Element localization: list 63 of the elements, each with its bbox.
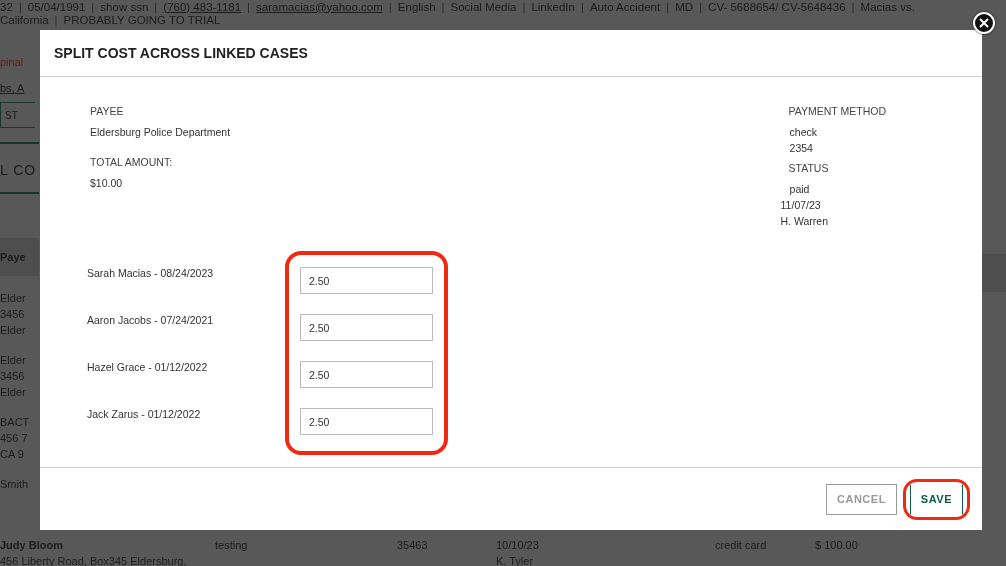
table-cell-text: Smith — [0, 477, 30, 492]
separator: | — [154, 0, 158, 13]
table-cell-text: credit card — [715, 538, 768, 553]
separator: | — [699, 0, 703, 13]
separator: | — [388, 0, 392, 13]
table-cell-text: 10/10/23 — [496, 538, 540, 553]
separator: | — [54, 13, 58, 26]
payment-method-value: check — [788, 125, 818, 140]
table-cell-text: 456 7 — [0, 431, 29, 446]
info-text: show ssn — [100, 0, 149, 13]
total-value: $10.00 — [90, 176, 124, 191]
case-name: Hazel Grace - 01/12/2022 — [87, 361, 209, 375]
table-cell-text: Elder — [0, 323, 27, 338]
table-cell-text: 35463 — [397, 538, 429, 553]
info-text: Social Media — [450, 0, 517, 13]
table-cell-text: Elder — [0, 385, 27, 400]
field-label: STATUS — [788, 161, 830, 176]
separator: | — [522, 0, 526, 13]
table-cell-text: $ 100.00 — [815, 538, 859, 553]
amount-field[interactable]: 2.50 — [300, 361, 433, 388]
info-text: California — [0, 13, 49, 26]
save-button[interactable]: SAVE — [909, 483, 963, 515]
info-text: LinkedIn — [531, 0, 575, 13]
table-cell-text: testing — [215, 538, 249, 553]
table-cell-text: BACT — [0, 415, 31, 430]
table-cell-text: 3456 — [0, 369, 26, 384]
separator: | — [580, 0, 584, 13]
alert-text: pinal — [0, 56, 25, 68]
close-icon — [979, 18, 989, 28]
table-cell-text: 3456 — [0, 307, 26, 322]
table-cell-text: Elder — [0, 353, 27, 368]
info-text: PROBABLY GOING TO TRIAL — [63, 13, 221, 26]
status-date: 11/07/23 — [780, 198, 822, 213]
amount-field[interactable]: 2.50 — [300, 408, 433, 435]
info-text: 32 — [0, 0, 13, 13]
case-name: Jack Zarus - 01/12/2022 — [87, 408, 202, 422]
separator: | — [18, 0, 22, 13]
separator: | — [91, 0, 95, 13]
field-label: TOTAL AMOUNT: — [90, 155, 174, 170]
check-number: 2354 — [788, 141, 814, 156]
field-label: PAYEE — [90, 104, 125, 119]
info-text: English — [397, 0, 436, 13]
field-label: PAYMENT METHOD — [788, 104, 886, 119]
status-user: H. Warren — [780, 214, 829, 229]
separator: | — [247, 0, 251, 13]
separator: | — [441, 0, 445, 13]
section-heading: L CO — [0, 162, 38, 178]
case-name: Sarah Macias - 08/24/2023 — [87, 267, 215, 281]
close-button[interactable] — [973, 12, 995, 34]
separator: | — [851, 0, 855, 13]
payee-value: Eldersburg Police Department — [90, 125, 231, 140]
table-cell-text: Judy Bloom — [0, 538, 64, 553]
amount-field[interactable]: 2.50 — [300, 314, 433, 341]
info-text: CV- 5688654/ CV-5648436 — [708, 0, 846, 13]
info-text: 05/04/1991 — [27, 0, 86, 13]
separator: | — [666, 0, 670, 13]
info-text: MD — [675, 0, 694, 13]
info-text: Auto Accident — [589, 0, 661, 13]
table-cell-text: Elder — [0, 291, 27, 306]
status-value: paid — [788, 182, 811, 197]
amount-field[interactable]: 2.50 — [300, 267, 433, 294]
dialog-title: SPLIT COST ACROSS LINKED CASES — [54, 45, 308, 61]
case-name: Aaron Jacobs - 07/24/2021 — [87, 314, 215, 328]
